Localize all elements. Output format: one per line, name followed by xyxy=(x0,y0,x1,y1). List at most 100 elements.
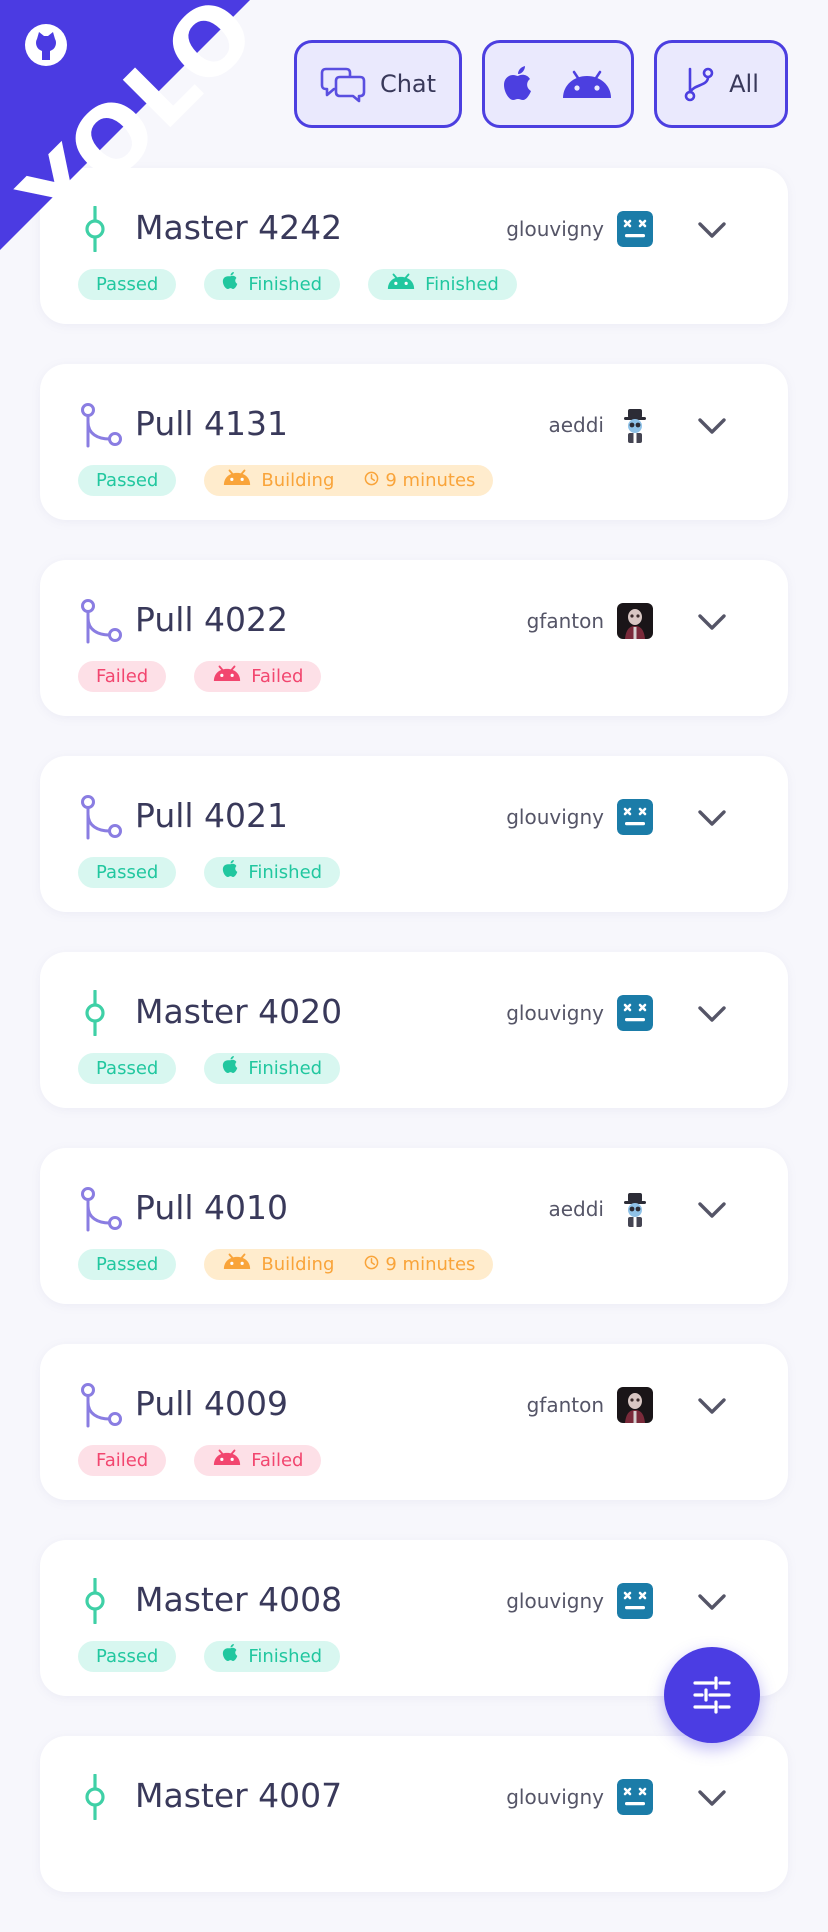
status-badge-label: Failed xyxy=(251,666,304,687)
build-status-badges: Failed Failed xyxy=(78,661,322,692)
build-card[interactable]: Pull 4022 gfanton Failed Failed xyxy=(40,560,788,716)
build-card[interactable]: Pull 4010 aeddi Passed Building 9 minutes xyxy=(40,1148,788,1304)
status-badge-label: Building xyxy=(261,470,335,491)
android-icon xyxy=(563,70,611,98)
status-badge: Finished xyxy=(204,1053,341,1084)
build-title[interactable]: Pull 4021 xyxy=(135,794,288,838)
expand-chevron-icon[interactable] xyxy=(696,1002,728,1026)
build-author: glouvigny xyxy=(506,805,604,829)
android-icon xyxy=(212,661,242,692)
android-icon xyxy=(212,1445,242,1476)
branch-filter-button[interactable]: All xyxy=(654,40,788,128)
status-badge-label: Finished xyxy=(248,274,323,295)
commit-icon xyxy=(80,1773,110,1821)
author-avatar xyxy=(617,1387,653,1423)
author-avatar xyxy=(617,603,653,639)
chat-button[interactable]: Chat xyxy=(294,40,462,128)
status-badge: Failed xyxy=(78,661,167,692)
apple-icon xyxy=(222,857,239,888)
build-author: gfanton xyxy=(526,609,604,633)
build-title[interactable]: Master 4007 xyxy=(135,1774,342,1818)
build-duration: 9 minutes xyxy=(385,470,476,491)
status-badge-label: Passed xyxy=(96,1254,159,1275)
chat-icon xyxy=(320,67,366,103)
clock-icon xyxy=(364,1249,379,1280)
status-badge-label: Failed xyxy=(96,666,149,687)
expand-chevron-icon[interactable] xyxy=(696,806,728,830)
build-title[interactable]: Pull 4009 xyxy=(135,1382,288,1426)
build-title[interactable]: Pull 4010 xyxy=(135,1186,288,1230)
expand-chevron-icon[interactable] xyxy=(696,610,728,634)
build-status-badges: Passed Finished xyxy=(78,1641,341,1672)
author-avatar xyxy=(617,1583,653,1619)
build-author: aeddi xyxy=(548,413,604,437)
apple-icon xyxy=(222,1641,239,1672)
expand-chevron-icon[interactable] xyxy=(696,1394,728,1418)
status-badge: Passed xyxy=(78,1249,177,1280)
build-card[interactable]: Pull 4009 gfanton Failed Failed xyxy=(40,1344,788,1500)
expand-chevron-icon[interactable] xyxy=(696,1786,728,1810)
android-icon xyxy=(386,269,416,300)
build-author: glouvigny xyxy=(506,217,604,241)
build-card[interactable]: Pull 4021 glouvigny Passed Finished xyxy=(40,756,788,912)
status-badge-label: Finished xyxy=(248,1058,323,1079)
status-badge: Finished xyxy=(204,857,341,888)
status-badge: Building 9 minutes xyxy=(204,1249,494,1280)
pull-request-icon xyxy=(80,794,122,840)
commit-icon xyxy=(80,1577,110,1625)
author-avatar xyxy=(617,995,653,1031)
commit-icon xyxy=(80,989,110,1037)
status-badge-label: Finished xyxy=(248,1646,323,1667)
status-badge-label: Passed xyxy=(96,274,159,295)
status-badge: Failed xyxy=(194,661,322,692)
author-avatar xyxy=(617,1779,653,1815)
build-card[interactable]: Pull 4131 aeddi Passed Building 9 minutes xyxy=(40,364,788,520)
status-badge-label: Passed xyxy=(96,1058,159,1079)
github-icon xyxy=(25,24,67,66)
chat-label: Chat xyxy=(379,70,437,98)
build-author: glouvigny xyxy=(506,1589,604,1613)
filter-settings-button[interactable] xyxy=(664,1647,760,1743)
status-badge: Passed xyxy=(78,1053,177,1084)
platform-filter-button[interactable] xyxy=(482,40,634,128)
build-card[interactable]: Master 4020 glouvigny Passed Finished xyxy=(40,952,788,1108)
build-title[interactable]: Master 4008 xyxy=(135,1578,342,1622)
author-avatar xyxy=(617,799,653,835)
status-badge-label: Passed xyxy=(96,470,159,491)
author-avatar xyxy=(617,1191,653,1227)
build-title[interactable]: Master 4020 xyxy=(135,990,342,1034)
build-author: glouvigny xyxy=(506,1001,604,1025)
pull-request-icon xyxy=(80,402,122,448)
build-card[interactable]: Master 4007 glouvigny xyxy=(40,1736,788,1892)
status-badge: Finished xyxy=(204,1641,341,1672)
expand-chevron-icon[interactable] xyxy=(696,414,728,438)
build-status-badges: Failed Failed xyxy=(78,1445,322,1476)
status-badge-label: Passed xyxy=(96,1646,159,1667)
author-avatar xyxy=(617,211,653,247)
clock-icon xyxy=(364,465,379,496)
build-status-badges: Passed Finished xyxy=(78,857,341,888)
expand-chevron-icon[interactable] xyxy=(696,1198,728,1222)
expand-chevron-icon[interactable] xyxy=(696,1590,728,1614)
apple-icon xyxy=(504,66,531,100)
pull-request-icon xyxy=(80,1186,122,1232)
status-badge: Passed xyxy=(78,857,177,888)
status-badge-label: Failed xyxy=(251,1450,304,1471)
status-badge: Passed xyxy=(78,1641,177,1672)
sliders-icon xyxy=(693,1676,731,1714)
build-status-badges: Passed Finished xyxy=(78,1053,341,1084)
pull-request-icon xyxy=(80,598,122,644)
branch-icon xyxy=(684,67,714,102)
build-author: gfanton xyxy=(526,1393,604,1417)
status-badge: Passed xyxy=(78,269,177,300)
status-badge-label: Finished xyxy=(425,274,499,295)
yolo-corner-banner[interactable]: YOLO xyxy=(0,0,250,250)
expand-chevron-icon[interactable] xyxy=(696,218,728,242)
build-duration: 9 minutes xyxy=(385,1254,476,1275)
build-status-badges: Passed Building 9 minutes xyxy=(78,465,494,496)
status-badge: Finished xyxy=(368,269,517,300)
build-status-badges: Passed Finished Finished xyxy=(78,269,517,300)
status-badge: Failed xyxy=(78,1445,167,1476)
build-title[interactable]: Pull 4022 xyxy=(135,598,288,642)
build-title[interactable]: Pull 4131 xyxy=(135,402,288,446)
